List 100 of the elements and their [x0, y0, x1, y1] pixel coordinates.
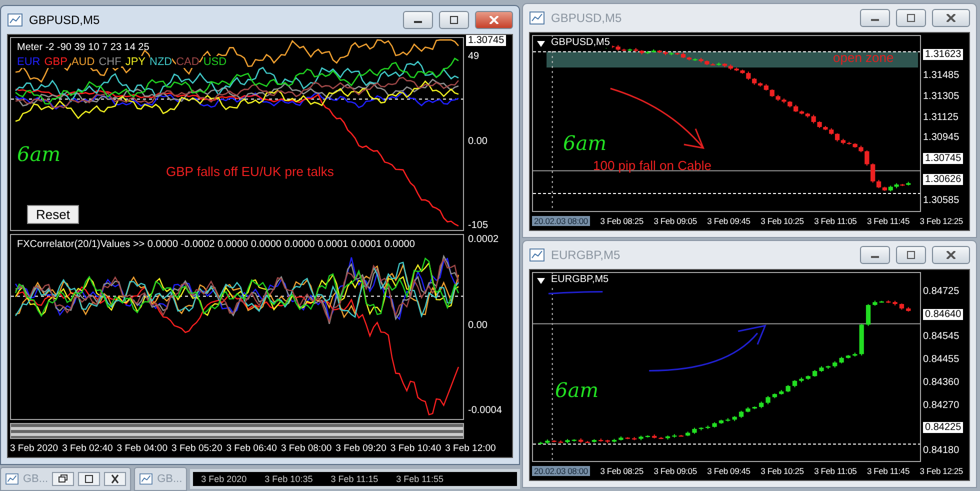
currency-label: CAD	[176, 56, 200, 68]
candle	[906, 306, 911, 312]
minimize-button[interactable]	[403, 11, 433, 29]
candle	[832, 360, 838, 368]
candle	[839, 356, 844, 364]
candle	[819, 366, 824, 372]
correlator-values: FXCorrelator(20/1)Values >> 0.0000 -0.0002 0.0000 0.0000 0.0000 0.0001 0.0001 0.0000	[17, 239, 415, 250]
candle	[578, 438, 584, 444]
restore-icon[interactable]	[52, 472, 74, 486]
chart-window-icon	[7, 13, 23, 27]
candle	[638, 435, 644, 441]
meter-values: Meter -2 -90 39 10 7 23 14 25	[17, 42, 150, 53]
price-label: 1.31623	[923, 49, 964, 60]
close-icon[interactable]	[104, 472, 126, 486]
scale-label: 0.0002	[468, 234, 500, 246]
currency-label: JPY	[125, 56, 146, 68]
time-label: 3 Feb 12:25	[920, 466, 963, 476]
candle	[872, 300, 878, 306]
time-label: 3 Feb 10:25	[760, 216, 804, 226]
candle	[799, 376, 804, 383]
candle	[618, 436, 624, 441]
currency-label: GBP	[44, 56, 68, 68]
scale-label: 0.00	[468, 136, 488, 147]
minimized-window[interactable]: GB...	[0, 467, 132, 491]
time-label: 3 Feb 06:40	[226, 442, 277, 454]
price-label: 1.31305	[923, 90, 960, 102]
candle	[572, 438, 576, 442]
candle	[738, 410, 744, 418]
candle	[752, 406, 757, 410]
time-label: 3 Feb 09:05	[654, 216, 697, 226]
time-label: 3 Feb 11:15	[330, 474, 378, 484]
time-label: 3 Feb 08:25	[600, 216, 644, 226]
candle	[892, 300, 898, 306]
candle	[792, 380, 798, 388]
candle	[772, 392, 778, 399]
price-label: 0.84180	[923, 444, 960, 456]
candle	[899, 302, 904, 310]
minimized-title: GB...	[157, 473, 182, 485]
candle	[879, 300, 884, 304]
maximize-button[interactable]	[439, 11, 469, 29]
candle	[538, 441, 544, 445]
price-label: 0.84640	[923, 308, 964, 320]
candle	[678, 434, 684, 437]
candle	[605, 439, 610, 444]
candle	[886, 300, 891, 304]
candle	[732, 416, 737, 422]
candle	[852, 352, 858, 358]
candle	[866, 304, 871, 326]
candle	[652, 434, 657, 439]
price-label: 0.84455	[923, 354, 960, 366]
dropdown-icon[interactable]	[537, 278, 545, 284]
time-label: 3 Feb 04:00	[116, 442, 168, 454]
chart-symbol: GBPUSD,M5	[549, 37, 612, 48]
time-label: 3 Feb 09:45	[707, 216, 750, 226]
minimized-title: GB...	[23, 473, 48, 485]
handwritten-note: 6am	[563, 131, 607, 155]
close-icon	[946, 14, 956, 22]
time-label: 3 Feb 09:20	[336, 442, 386, 454]
price-label: 1.30945	[923, 132, 960, 144]
time-label: 3 Feb 11:55	[396, 474, 444, 484]
scale-label: 49	[468, 51, 480, 62]
dropdown-icon[interactable]	[537, 41, 545, 47]
time-label: 3 Feb 09:45	[707, 466, 750, 476]
time-label: 3 Feb 11:05	[814, 216, 857, 226]
candle	[585, 440, 590, 443]
candle	[746, 406, 750, 413]
scale-label: 0.00	[468, 320, 488, 331]
time-label: 3 Feb 12:25	[920, 216, 963, 226]
window-title: EURGBP,M5	[551, 248, 620, 262]
chart-window-icon	[529, 11, 545, 25]
time-label: 3 Feb 10:25	[760, 466, 804, 476]
candle	[712, 422, 717, 428]
zone-label: open zone	[833, 50, 894, 65]
candle	[658, 436, 664, 440]
handwritten-note: 6am	[555, 378, 599, 402]
time-label: 3 Feb 02:40	[62, 442, 113, 454]
candle	[718, 419, 724, 424]
price-label: 1.30745	[466, 35, 506, 46]
maximize-icon[interactable]	[78, 472, 100, 486]
candle	[552, 440, 556, 443]
close-icon	[489, 16, 499, 24]
minimized-window[interactable]: GB...	[134, 467, 188, 491]
time-label: 3 Feb 11:05	[814, 466, 857, 476]
currency-label: CHF	[98, 56, 122, 68]
scrollbar-strip[interactable]	[10, 423, 464, 439]
candle	[812, 370, 818, 378]
time-label: 3 Feb 10:35	[264, 474, 313, 484]
candle	[672, 434, 677, 438]
candle	[846, 354, 851, 359]
reset-button[interactable]: Reset	[27, 205, 79, 224]
close-button[interactable]	[475, 11, 513, 29]
annotation-text: 100 pip fall on Cable	[593, 158, 712, 173]
time-label: 3 Feb 11:45	[866, 216, 910, 226]
candle	[692, 427, 697, 434]
window-title: GBPUSD,M5	[551, 11, 622, 25]
candle	[632, 436, 637, 441]
chart-window-icon	[5, 473, 19, 485]
candle	[565, 438, 570, 444]
candle	[726, 418, 730, 422]
scale-label: -0.0004	[468, 405, 503, 416]
